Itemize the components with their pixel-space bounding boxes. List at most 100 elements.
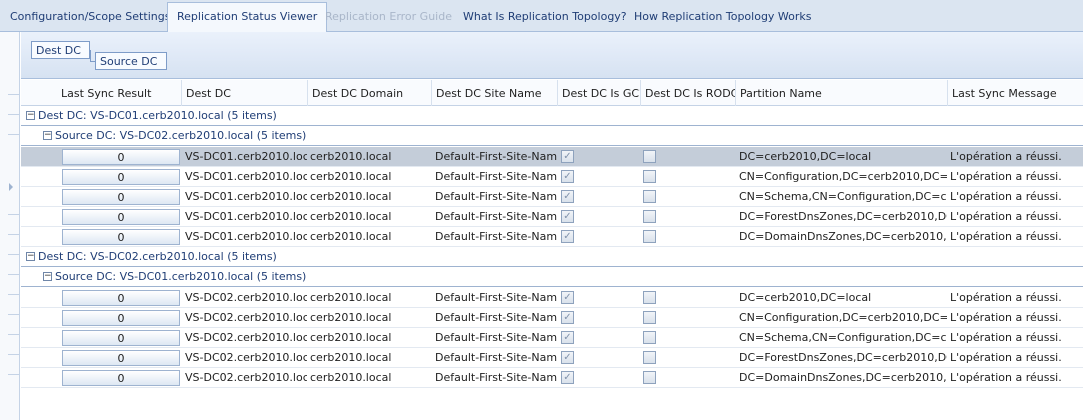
collapse-minus-icon[interactable]: − <box>43 272 52 281</box>
partition-name-cell: DC=ForestDnsZones,DC=cerb2010,DC=lo... <box>739 351 947 364</box>
checkmark-icon: ✓ <box>563 191 572 202</box>
dest-dc-site-name-cell: Default-First-Site-Name <box>435 150 557 163</box>
last-sync-result-cell[interactable]: 0 <box>62 229 180 245</box>
table-row[interactable]: 0 VS-DC02.cerb2010.local cerb2010.local Def… <box>21 348 1083 368</box>
dest-dc-domain-cell: cerb2010.local <box>310 311 392 324</box>
is-gc-checkbox[interactable]: ✓ <box>561 170 574 183</box>
dest-dc-cell: VS-DC02.cerb2010.local <box>185 291 307 304</box>
partition-name-cell: CN=Schema,CN=Configuration,DC=cerb2... <box>739 331 947 344</box>
dest-dc-cell: VS-DC01.cerb2010.local <box>185 210 307 223</box>
collapse-minus-icon[interactable]: − <box>26 111 35 120</box>
last-sync-result-cell[interactable]: 0 <box>62 189 180 205</box>
group-row-dest-dc[interactable]: − Dest DC: VS-DC01.cerb2010.local (5 ite… <box>21 106 1083 126</box>
group-row-source-dc[interactable]: − Source DC: VS-DC01.cerb2010.local (5 i… <box>21 267 1083 287</box>
column-header-partition-name[interactable]: Partition Name <box>736 80 948 106</box>
is-gc-checkbox[interactable]: ✓ <box>561 291 574 304</box>
dest-dc-site-name-cell: Default-First-Site-Name <box>435 190 557 203</box>
table-row[interactable]: 0 VS-DC02.cerb2010.local cerb2010.local Def… <box>21 328 1083 348</box>
group-row-dest-dc[interactable]: − Dest DC: VS-DC02.cerb2010.local (5 ite… <box>21 247 1083 267</box>
is-rodc-checkbox[interactable] <box>643 170 656 183</box>
last-sync-message-cell: L'opération a réussi. <box>950 351 1062 364</box>
last-sync-result-cell[interactable]: 0 <box>62 310 180 326</box>
column-header-dest-dc-domain[interactable]: Dest DC Domain <box>308 80 432 106</box>
table-row[interactable]: 0 VS-DC02.cerb2010.local cerb2010.local Def… <box>21 308 1083 328</box>
column-header-last-sync-result[interactable]: Last Sync Result <box>41 80 182 106</box>
partition-name-cell: CN=Configuration,DC=cerb2010,DC=local <box>739 311 947 324</box>
is-rodc-checkbox[interactable] <box>643 230 656 243</box>
tab-replication-status-viewer[interactable]: Replication Status Viewer <box>167 2 328 33</box>
is-gc-checkbox[interactable]: ✓ <box>561 351 574 364</box>
last-sync-result-cell[interactable]: 0 <box>62 290 180 306</box>
partition-name-cell: CN=Configuration,DC=cerb2010,DC=local <box>739 170 947 183</box>
partition-name-cell: DC=cerb2010,DC=local <box>739 150 872 163</box>
is-rodc-checkbox[interactable] <box>643 210 656 223</box>
column-header-dest-dc[interactable]: Dest DC <box>182 80 308 106</box>
column-header-last-sync-message[interactable]: Last Sync Message <box>948 80 1083 106</box>
tab-how-replication-topology-works[interactable]: How Replication Topology Works <box>634 3 812 32</box>
table-row[interactable]: 0 VS-DC01.cerb2010.local cerb2010.local Def… <box>21 187 1083 207</box>
partition-name-cell: DC=cerb2010,DC=local <box>739 291 872 304</box>
is-gc-checkbox[interactable]: ✓ <box>561 371 574 384</box>
table-row[interactable]: 0 VS-DC01.cerb2010.local cerb2010.local Def… <box>21 147 1083 167</box>
dest-dc-site-name-cell: Default-First-Site-Name <box>435 170 557 183</box>
is-rodc-checkbox[interactable] <box>643 150 656 163</box>
last-sync-result-cell[interactable]: 0 <box>62 169 180 185</box>
is-gc-checkbox[interactable]: ✓ <box>561 331 574 344</box>
column-header-dest-dc-is-rodc[interactable]: Dest DC Is RODC? <box>641 80 736 106</box>
last-sync-message-cell: L'opération a réussi. <box>950 291 1062 304</box>
tab-what-is-replication-topology[interactable]: What Is Replication Topology? <box>463 3 627 32</box>
is-gc-checkbox[interactable]: ✓ <box>561 210 574 223</box>
dest-dc-domain-cell: cerb2010.local <box>310 371 392 384</box>
is-rodc-checkbox[interactable] <box>643 351 656 364</box>
last-sync-result-cell[interactable]: 0 <box>62 149 180 165</box>
partition-name-cell: DC=DomainDnsZones,DC=cerb2010,DC=... <box>739 371 947 384</box>
is-gc-checkbox[interactable]: ✓ <box>561 150 574 163</box>
dest-dc-domain-cell: cerb2010.local <box>310 170 392 183</box>
last-sync-message-cell: L'opération a réussi. <box>950 230 1062 243</box>
dest-dc-domain-cell: cerb2010.local <box>310 230 392 243</box>
last-sync-message-cell: L'opération a réussi. <box>950 150 1062 163</box>
is-gc-checkbox[interactable]: ✓ <box>561 190 574 203</box>
partition-name-cell: CN=Schema,CN=Configuration,DC=cerb2... <box>739 190 947 203</box>
is-rodc-checkbox[interactable] <box>643 311 656 324</box>
tab-configuration-scope-settings[interactable]: Configuration/Scope Settings <box>10 3 170 32</box>
checkmark-icon: ✓ <box>563 292 572 303</box>
table-row[interactable]: 0 VS-DC01.cerb2010.local cerb2010.local Def… <box>21 207 1083 227</box>
dest-dc-site-name-cell: Default-First-Site-Name <box>435 351 557 364</box>
dest-dc-domain-cell: cerb2010.local <box>310 331 392 344</box>
table-row[interactable]: 0 VS-DC01.cerb2010.local cerb2010.local Def… <box>21 167 1083 187</box>
last-sync-message-cell: L'opération a réussi. <box>950 210 1062 223</box>
group-by-dest-dc[interactable]: Dest DC <box>31 41 90 59</box>
is-gc-checkbox[interactable]: ✓ <box>561 311 574 324</box>
dest-dc-domain-cell: cerb2010.local <box>310 210 392 223</box>
last-sync-result-cell[interactable]: 0 <box>62 350 180 366</box>
group-row-source-dc[interactable]: − Source DC: VS-DC02.cerb2010.local (5 i… <box>21 126 1083 146</box>
is-rodc-checkbox[interactable] <box>643 331 656 344</box>
column-header-dest-dc-site-name[interactable]: Dest DC Site Name <box>432 80 558 106</box>
is-rodc-checkbox[interactable] <box>643 291 656 304</box>
is-rodc-checkbox[interactable] <box>643 190 656 203</box>
table-row[interactable]: 0 VS-DC02.cerb2010.local cerb2010.local Def… <box>21 368 1083 388</box>
group-row-label: Dest DC: VS-DC01.cerb2010.local (5 items… <box>38 109 277 122</box>
dest-dc-cell: VS-DC01.cerb2010.local <box>185 190 307 203</box>
checkmark-icon: ✓ <box>563 171 572 182</box>
is-rodc-checkbox[interactable] <box>643 371 656 384</box>
is-gc-checkbox[interactable]: ✓ <box>561 230 574 243</box>
checkmark-icon: ✓ <box>563 211 572 222</box>
last-sync-message-cell: L'opération a réussi. <box>950 311 1062 324</box>
dest-dc-site-name-cell: Default-First-Site-Name <box>435 230 557 243</box>
collapse-minus-icon[interactable]: − <box>26 252 35 261</box>
table-row[interactable]: 0 VS-DC02.cerb2010.local cerb2010.local Def… <box>21 288 1083 308</box>
dest-dc-site-name-cell: Default-First-Site-Name <box>435 311 557 324</box>
last-sync-result-cell[interactable]: 0 <box>62 370 180 386</box>
partition-name-cell: DC=ForestDnsZones,DC=cerb2010,DC=lo... <box>739 210 947 223</box>
dest-dc-site-name-cell: Default-First-Site-Name <box>435 371 557 384</box>
tab-bar: Configuration/Scope Settings Replication… <box>0 0 1083 33</box>
group-by-source-dc[interactable]: Source DC <box>95 52 167 70</box>
last-sync-result-cell[interactable]: 0 <box>62 209 180 225</box>
column-header-dest-dc-is-gc[interactable]: Dest DC Is GC? <box>558 80 641 106</box>
last-sync-result-cell[interactable]: 0 <box>62 330 180 346</box>
table-row[interactable]: 0 VS-DC01.cerb2010.local cerb2010.local Def… <box>21 227 1083 247</box>
collapse-minus-icon[interactable]: − <box>43 131 52 140</box>
dest-dc-domain-cell: cerb2010.local <box>310 291 392 304</box>
